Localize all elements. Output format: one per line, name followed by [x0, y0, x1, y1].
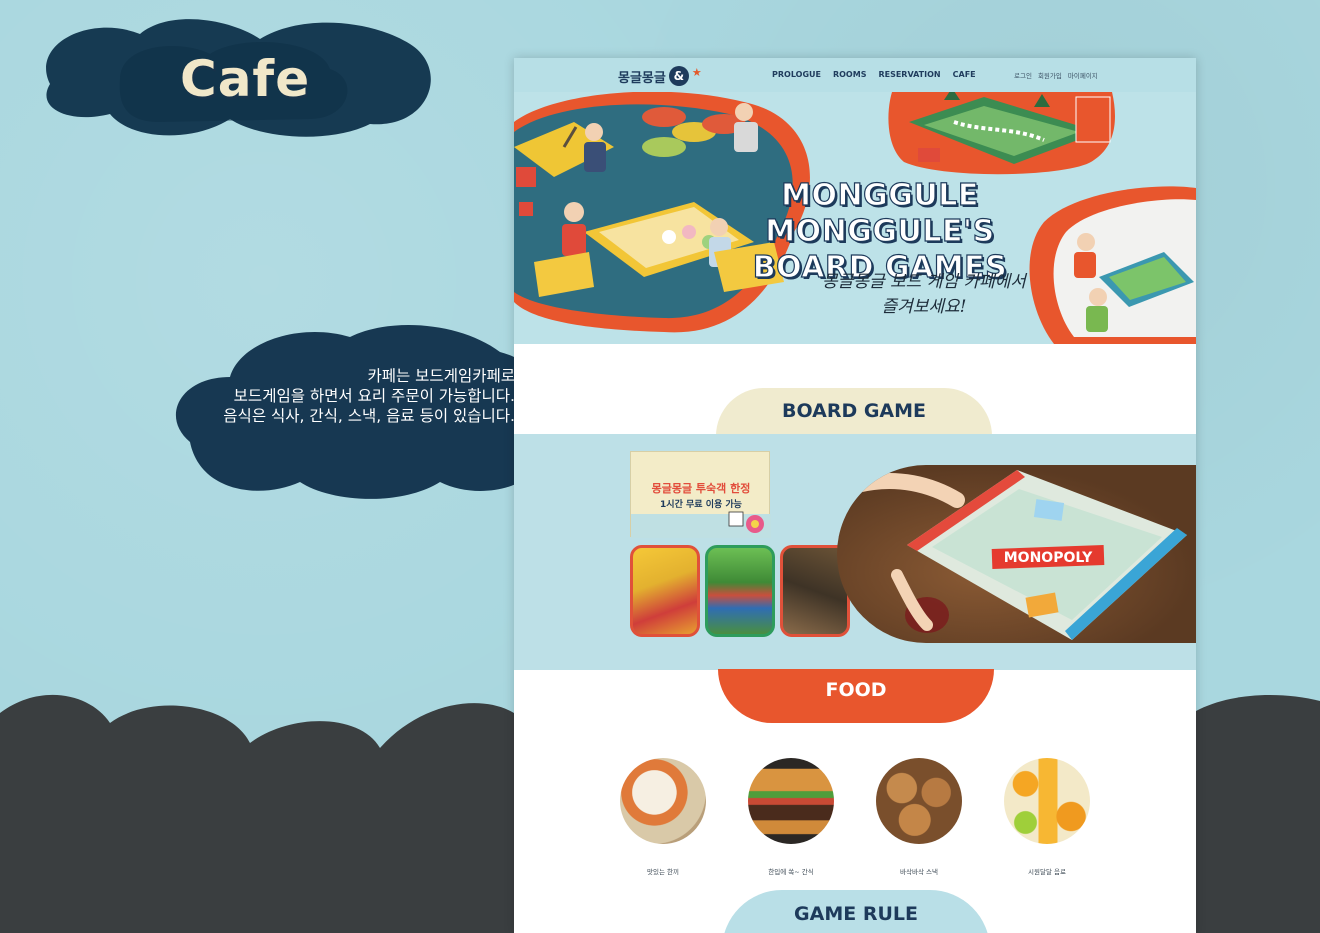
site-navbar: 몽글몽글 & ★ PROLOGUE ROOMS RESERVATION CAFE… [514, 58, 1196, 92]
meal-photo [620, 758, 706, 844]
menu-item-cafe[interactable]: CAFE [953, 70, 976, 79]
logo-text: 몽글몽글 [618, 70, 666, 86]
monopoly-board-image: MONOPOLY [849, 470, 1187, 640]
main-menu: PROLOGUE ROOMS RESERVATION CAFE [772, 70, 976, 79]
food-item-label: 한입에 쏙~ 간식 [768, 868, 814, 876]
hero-subtitle-line: 즐겨보세요! [881, 297, 967, 317]
food-item-drink[interactable]: 시원달달 음료 [1002, 758, 1092, 876]
star-icon: ★ [691, 65, 702, 79]
showcase-description: 카페는 보드게임카페로 보드게임을 하면서 요리 주문이 가능합니다. 음식은 … [170, 366, 515, 426]
hero-title-line: MONGGULE MONGGULE'S [765, 177, 995, 249]
utility-menu: 로그인 회원가입 마이페이지 [1014, 70, 1098, 80]
food-heading: FOOD [718, 669, 994, 723]
cookie-photo [876, 758, 962, 844]
logo-mark: & [668, 66, 689, 86]
burger-photo [748, 758, 834, 844]
board-game-heading: BOARD GAME [716, 388, 992, 436]
description-line: 카페는 보드게임카페로 [367, 367, 515, 385]
food-item-label: 바삭바삭 스낵 [900, 868, 938, 876]
menu-item-rooms[interactable]: ROOMS [833, 70, 866, 79]
promo-banner[interactable]: 몽글몽글 투숙객 한정 1시간 무료 이용 가능 [630, 451, 771, 538]
food-item-label: 맛있는 한끼 [647, 868, 679, 876]
menu-item-prologue[interactable]: PROLOGUE [772, 70, 821, 79]
website-mockup: 몽글몽글 & ★ PROLOGUE ROOMS RESERVATION CAFE… [514, 58, 1196, 933]
description-line: 보드게임을 하면서 요리 주문이 가능합니다. [233, 387, 515, 405]
showcase-title: Cafe [180, 50, 311, 108]
description-line: 음식은 식사, 간식, 스낵, 음료 등이 있습니다. [223, 407, 515, 425]
hero-subtitle: 몽글몽글 보드 게임 카페에서 즐겨보세요! [804, 270, 1044, 320]
hero-banner: MONGGULE MONGGULE'S BOARD GAMES 몽글몽글 보드 … [514, 92, 1196, 344]
hero-subtitle-line: 몽글몽글 보드 게임 카페에서 [822, 272, 1026, 292]
login-link[interactable]: 로그인 [1014, 70, 1032, 80]
menu-item-reservation[interactable]: RESERVATION [878, 70, 940, 79]
site-logo[interactable]: 몽글몽글 & ★ [618, 66, 702, 86]
food-item-label: 시원달달 음료 [1028, 868, 1066, 876]
game-thumbnail-jenga[interactable] [705, 545, 775, 637]
monopoly-logo-text: MONOPOLY [1004, 550, 1093, 566]
juice-photo [1004, 758, 1090, 844]
food-item-cookie[interactable]: 바삭바삭 스낵 [874, 758, 964, 876]
mypage-link[interactable]: 마이페이지 [1068, 70, 1098, 80]
game-thumbnail-pirate[interactable] [630, 545, 700, 637]
food-item-meal[interactable]: 맛있는 한끼 [618, 758, 708, 876]
monopoly-photo: MONOPOLY [837, 465, 1196, 643]
game-rule-heading: GAME RULE [722, 890, 990, 933]
food-item-snack[interactable]: 한입에 쏙~ 간식 [746, 758, 836, 876]
promo-decoration [631, 511, 771, 538]
signup-link[interactable]: 회원가입 [1038, 70, 1062, 80]
